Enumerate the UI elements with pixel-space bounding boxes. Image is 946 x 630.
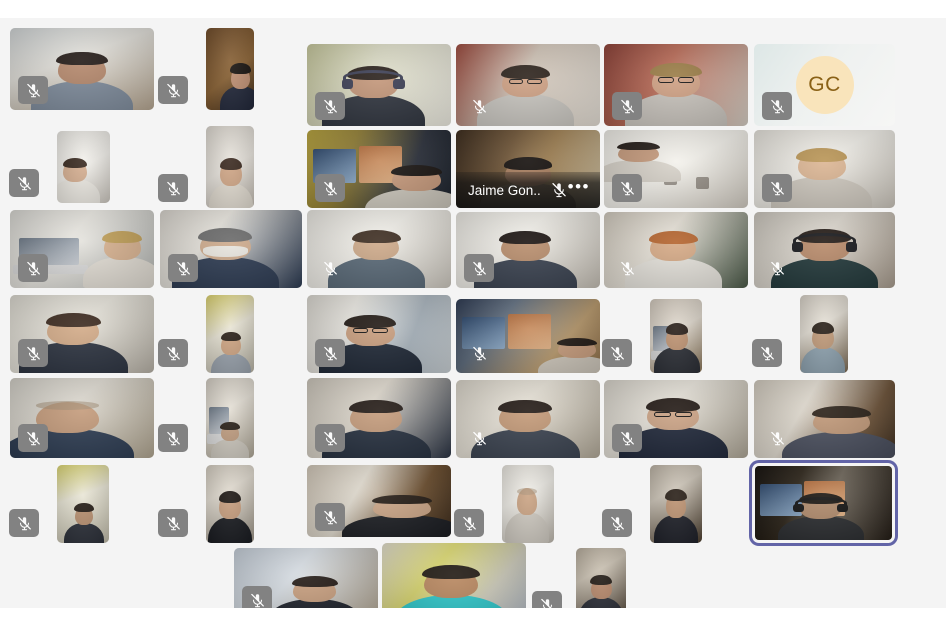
participant-video-feed [206, 465, 254, 543]
participant-tile[interactable] [382, 543, 562, 608]
microphone-off-icon [752, 339, 782, 367]
participant-tile[interactable] [234, 548, 378, 608]
microphone-off-icon [158, 174, 188, 202]
participant-tile[interactable] [307, 44, 451, 126]
microphone-off-icon [464, 254, 494, 282]
microphone-off-icon [168, 254, 198, 282]
more-options-icon[interactable]: ••• [568, 178, 590, 198]
microphone-off-icon [158, 339, 188, 367]
participant-tile[interactable] [754, 130, 895, 208]
microphone-off-icon [602, 509, 632, 537]
microphone-off-icon [158, 509, 188, 537]
microphone-off-icon [158, 424, 188, 452]
participant-tile[interactable] [307, 378, 451, 458]
participant-tile[interactable] [754, 212, 895, 288]
microphone-off-icon [602, 339, 632, 367]
microphone-off-icon [612, 424, 642, 452]
microphone-off-icon [612, 92, 642, 120]
microphone-off-icon [9, 169, 39, 197]
participant-tile[interactable] [456, 44, 600, 126]
microphone-off-icon [454, 509, 484, 537]
microphone-off-icon [9, 509, 39, 537]
participant-tile[interactable] [307, 295, 451, 373]
microphone-off-icon [315, 424, 345, 452]
microphone-off-icon [158, 76, 188, 104]
participant-tile[interactable] [752, 295, 848, 373]
microphone-off-icon [315, 339, 345, 367]
meeting-gallery-stage: GC Jaime Gon... ••• [0, 18, 946, 608]
microphone-off-icon [464, 92, 494, 120]
participant-hover-overlay: Jaime Gon... ••• [456, 172, 600, 208]
participant-tile[interactable] [9, 465, 109, 543]
participant-video-feed [650, 299, 702, 373]
participant-video-feed [650, 465, 702, 543]
teams-meeting-window: GC Jaime Gon... ••• [0, 0, 946, 630]
microphone-off-icon [315, 503, 345, 531]
participant-tile-active-speaker[interactable] [752, 463, 895, 543]
participant-tile[interactable] [602, 465, 702, 543]
participant-video-feed [382, 543, 526, 608]
microphone-off-icon [532, 591, 562, 608]
participant-tile[interactable]: Jaime Gon... ••• [456, 130, 600, 208]
participant-tile[interactable] [158, 295, 254, 373]
participant-tile[interactable] [456, 212, 600, 288]
participant-video-feed [57, 465, 109, 543]
microphone-off-icon [18, 254, 48, 282]
participant-tile[interactable] [160, 210, 302, 288]
participant-video-feed [502, 465, 554, 543]
participant-tile[interactable] [456, 380, 600, 458]
participant-tile[interactable] [10, 295, 154, 373]
participant-tile[interactable] [158, 126, 254, 208]
participant-tile[interactable] [602, 299, 702, 373]
participant-tile[interactable] [158, 378, 254, 458]
participant-tile[interactable] [10, 28, 154, 110]
participant-tile[interactable] [604, 44, 748, 126]
microphone-off-icon [315, 92, 345, 120]
participant-tile[interactable] [604, 212, 748, 288]
participant-tile[interactable] [10, 378, 154, 458]
participant-tile[interactable] [158, 28, 254, 110]
participant-video-feed [206, 28, 254, 110]
microphone-off-icon [242, 586, 272, 608]
microphone-off-icon [464, 424, 494, 452]
participant-tile[interactable] [307, 465, 451, 537]
participant-video-feed [755, 466, 892, 540]
microphone-off-icon [762, 424, 792, 452]
participant-video-feed [576, 548, 626, 608]
participant-tile[interactable] [10, 210, 154, 288]
microphone-off-icon [315, 174, 345, 202]
participant-tile[interactable]: GC [754, 44, 895, 126]
microphone-off-icon [762, 254, 792, 282]
microphone-off-icon [464, 339, 494, 367]
participant-tile[interactable] [454, 465, 554, 543]
participant-video-feed [206, 126, 254, 208]
participant-tile[interactable] [307, 210, 451, 288]
microphone-off-icon [612, 174, 642, 202]
participant-tile[interactable] [576, 548, 626, 608]
participant-tile[interactable] [754, 380, 895, 458]
participant-name: Jaime Gon... [468, 182, 540, 198]
microphone-off-icon [18, 76, 48, 104]
microphone-off-icon [315, 254, 345, 282]
avatar: GC [795, 56, 854, 114]
participant-tile[interactable] [604, 130, 748, 208]
participant-tile[interactable] [307, 130, 451, 208]
microphone-off-icon [550, 181, 568, 199]
microphone-off-icon [762, 92, 792, 120]
participant-video-feed [206, 295, 254, 373]
microphone-off-icon [18, 339, 48, 367]
microphone-off-icon [762, 174, 792, 202]
participant-tile[interactable] [158, 465, 254, 543]
participant-tile[interactable] [604, 380, 748, 458]
microphone-off-icon [18, 424, 48, 452]
microphone-off-icon [612, 254, 642, 282]
participant-video-feed [206, 378, 254, 458]
participant-video-feed [800, 295, 848, 373]
participant-tile[interactable] [9, 131, 110, 203]
participant-video-feed [57, 131, 110, 203]
participant-tile[interactable] [456, 299, 600, 373]
